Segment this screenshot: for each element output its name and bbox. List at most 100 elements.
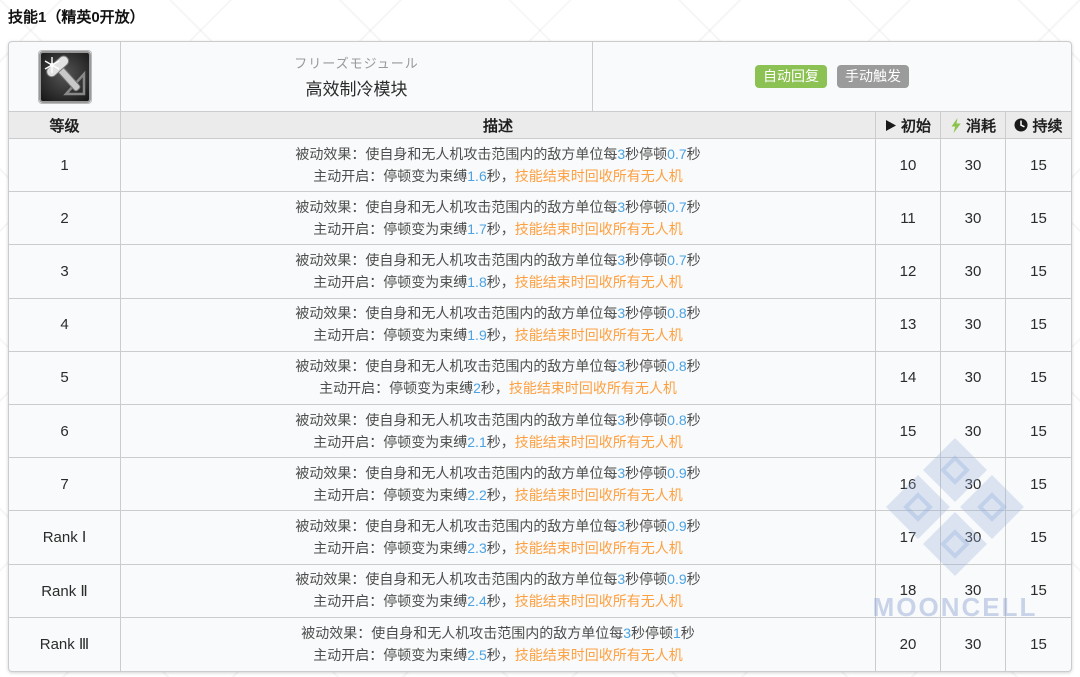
- active-text: 秒，: [486, 646, 515, 663]
- passive-effect-line: 被动效果：使自身和无人机攻击范围内的敌方单位每3秒停顿0.7秒: [295, 197, 700, 218]
- active-effect-line: 主动开启：停顿变为束缚2.2秒，技能结束时回收所有无人机: [313, 485, 682, 506]
- passive-effect-line: 被动效果：使自身和无人机攻击范围内的敌方单位每3秒停顿0.8秒: [295, 410, 700, 431]
- page-title: 技能1（精英0开放）: [8, 9, 145, 26]
- active-text: 秒，: [486, 273, 515, 290]
- active-text: 主动开启：停顿变为束缚: [313, 539, 468, 556]
- drone-recall-highlight: 技能结束时回收所有无人机: [514, 433, 683, 450]
- badge-manual-trigger: 手动触发: [837, 65, 909, 88]
- active-text: 秒，: [486, 486, 515, 503]
- passive-text: 被动效果：使自身和无人机攻击范围内的敌方单位每: [295, 198, 618, 215]
- duration-cell: 15: [1030, 262, 1047, 280]
- stun-duration-value: 0.8: [667, 305, 687, 322]
- active-text: 秒，: [486, 167, 515, 184]
- header-cost: 消耗: [941, 112, 1006, 138]
- passive-text: 秒: [680, 624, 695, 641]
- stun-duration-value: 0.8: [667, 358, 687, 375]
- drone-recall-highlight: 技能结束时回收所有无人机: [514, 273, 683, 290]
- active-effect-line: 主动开启：停顿变为束缚2秒，技能结束时回收所有无人机: [319, 378, 677, 399]
- stun-duration-value: 0.8: [667, 411, 687, 428]
- table-row: 6 被动效果：使自身和无人机攻击范围内的敌方单位每3秒停顿0.8秒 主动开启：停顿变…: [9, 404, 1071, 459]
- passive-text: 秒停顿: [625, 358, 668, 375]
- active-effect-line: 主动开启：停顿变为束缚2.1秒，技能结束时回收所有无人机: [313, 432, 682, 453]
- stun-duration-value: 0.9: [667, 571, 687, 588]
- passive-text: 秒停顿: [625, 305, 668, 322]
- stun-interval-value: 3: [617, 251, 626, 268]
- active-text: 主动开启：停顿变为束缚: [313, 433, 468, 450]
- stun-duration-value: 0.7: [667, 251, 687, 268]
- stun-interval-value: 3: [617, 571, 626, 588]
- play-icon: [885, 119, 896, 131]
- sp-cost-cell: 30: [941, 404, 1006, 458]
- initial-sp-cell: 11: [876, 192, 941, 245]
- passive-text: 被动效果：使自身和无人机攻击范围内的敌方单位每: [295, 251, 618, 268]
- bind-duration-value: 2.4: [467, 593, 487, 610]
- initial-sp-cell: 14: [876, 351, 941, 404]
- passive-effect-line: 被动效果：使自身和无人机攻击范围内的敌方单位每3秒停顿0.9秒: [295, 463, 700, 484]
- passive-text: 被动效果：使自身和无人机攻击范围内的敌方单位每: [301, 624, 624, 641]
- passive-effect-line: 被动效果：使自身和无人机攻击范围内的敌方单位每3秒停顿0.8秒: [295, 303, 700, 324]
- active-text: 秒，: [480, 380, 509, 397]
- duration-cell: 15: [1030, 582, 1047, 600]
- level-cell: 1: [9, 139, 121, 192]
- sp-cost-cell: 30: [941, 192, 1006, 245]
- passive-text: 秒: [686, 358, 701, 375]
- skill-name-jp: フリーズモジュール: [294, 56, 419, 71]
- passive-effect-line: 被动效果：使自身和无人机攻击范围内的敌方单位每3秒停顿0.8秒: [295, 356, 700, 377]
- active-text: 主动开启：停顿变为束缚: [313, 273, 468, 290]
- duration-cell: 15: [1030, 422, 1047, 440]
- passive-text: 秒: [686, 251, 701, 268]
- active-text: 主动开启：停顿变为束缚: [313, 593, 468, 610]
- passive-text: 秒停顿: [631, 624, 673, 641]
- description-cell: 被动效果：使自身和无人机攻击范围内的敌方单位每3秒停顿1秒 主动开启：停顿变为束缚…: [121, 617, 876, 671]
- bind-duration-value: 1.7: [467, 220, 487, 237]
- bind-duration-value: 2.3: [467, 539, 487, 556]
- level-cell: Rank Ⅱ: [9, 564, 121, 617]
- passive-text: 秒停顿: [625, 251, 668, 268]
- header-description: 描述: [121, 112, 876, 138]
- active-text: 秒，: [486, 327, 515, 344]
- level-cell: 4: [9, 298, 121, 351]
- passive-text: 秒: [686, 571, 701, 588]
- initial-sp-cell: 16: [876, 458, 941, 511]
- active-effect-line: 主动开启：停顿变为束缚2.3秒，技能结束时回收所有无人机: [313, 538, 682, 559]
- duration-cell: 15: [1030, 475, 1047, 493]
- header-initial: 初始: [876, 112, 941, 138]
- active-text: 主动开启：停顿变为束缚: [313, 327, 468, 344]
- initial-sp-cell: 15: [876, 404, 941, 458]
- level-cell: 3: [9, 245, 121, 298]
- duration-cell: 15: [1030, 635, 1047, 653]
- header-duration: 持续: [1006, 112, 1071, 138]
- drone-recall-highlight: 技能结束时回收所有无人机: [514, 593, 683, 610]
- stun-interval-value: 3: [617, 198, 626, 215]
- description-cell: 被动效果：使自身和无人机攻击范围内的敌方单位每3秒停顿0.7秒主动开启：停顿变为…: [121, 245, 876, 298]
- level-cell: Rank Ⅲ: [9, 617, 121, 671]
- table-row: 1 被动效果：使自身和无人机攻击范围内的敌方单位每3秒停顿0.7秒 主动开启：停顿变…: [9, 139, 1071, 193]
- active-effect-line: 主动开启：停顿变为束缚1.9秒，技能结束时回收所有无人机: [313, 325, 682, 346]
- table-row: 7 被动效果：使自身和无人机攻击范围内的敌方单位每3秒停顿0.9秒 主动开启：停顿变…: [9, 458, 1071, 512]
- level-cell: Rank Ⅰ: [9, 511, 121, 564]
- active-text: 秒，: [486, 220, 515, 237]
- active-effect-line: 主动开启：停顿变为束缚1.6秒，技能结束时回收所有无人机: [313, 166, 682, 187]
- initial-sp-cell: 18: [876, 564, 941, 617]
- passive-text: 被动效果：使自身和无人机攻击范围内的敌方单位每: [295, 145, 618, 162]
- sp-cost-cell: 30: [941, 617, 1006, 671]
- description-cell: 被动效果：使自身和无人机攻击范围内的敌方单位每3秒停顿0.9秒 主动开启：停顿变为…: [121, 511, 876, 564]
- passive-text: 被动效果：使自身和无人机攻击范围内的敌方单位每: [295, 305, 618, 322]
- passive-text: 被动效果：使自身和无人机攻击范围内的敌方单位每: [295, 571, 618, 588]
- skill-info-row: フリーズモジュール 高效制冷模块 自动回复 手动触发: [9, 42, 1071, 112]
- stun-duration-value: 0.9: [667, 464, 687, 481]
- active-text: 主动开启：停顿变为束缚: [313, 486, 468, 503]
- description-cell: 被动效果：使自身和无人机攻击范围内的敌方单位每3秒停顿0.8秒 主动开启：停顿变为…: [121, 298, 876, 351]
- initial-sp-cell: 20: [876, 617, 941, 671]
- description-cell: 被动效果：使自身和无人机攻击范围内的敌方单位每3秒停顿0.8秒 主动开启：停顿变为…: [121, 351, 876, 404]
- passive-text: 被动效果：使自身和无人机攻击范围内的敌方单位每: [295, 358, 618, 375]
- table-header-row: 等级 描述 初始 消耗 持续: [9, 112, 1071, 139]
- table-row: 3 被动效果：使自身和无人机攻击范围内的敌方单位每3秒停顿0.7秒 主动开启：停顿变…: [9, 245, 1071, 299]
- initial-sp-cell: 10: [876, 139, 941, 192]
- passive-text: 秒: [686, 411, 701, 428]
- skill-badge-cell: 自动回复 手动触发: [593, 42, 1071, 111]
- bind-duration-value: 1.6: [467, 167, 487, 184]
- duration-cell: 15: [1030, 316, 1047, 334]
- active-effect-line: 主动开启：停顿变为束缚2.5秒，技能结束时回收所有无人机: [313, 645, 682, 666]
- active-text: 主动开启：停顿变为束缚: [313, 646, 468, 663]
